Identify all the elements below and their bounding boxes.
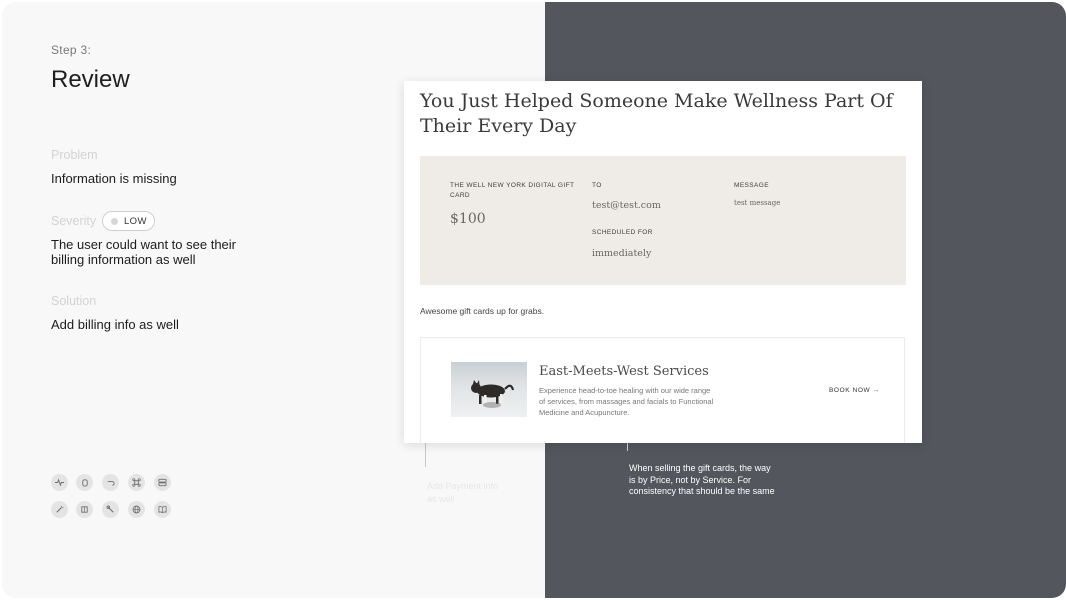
book-now-link[interactable]: BOOK NOW → <box>829 387 880 394</box>
gift-card-amount: $100 <box>450 211 486 227</box>
undo-icon[interactable] <box>102 474 119 491</box>
mockup-card: You Just Helped Someone Make Wellness Pa… <box>404 81 922 443</box>
severity-text-2: billing information as well <box>51 252 196 267</box>
tool-icon[interactable] <box>102 501 119 518</box>
problem-text: Information is missing <box>51 171 177 186</box>
solution-label: Solution <box>51 294 97 308</box>
problem-label: Problem <box>51 148 98 162</box>
gift-message-value: test message <box>734 199 781 207</box>
activity-icon[interactable] <box>51 474 68 491</box>
severity-dot <box>111 217 118 225</box>
awesome-text: Awesome gift cards up for grabs. <box>420 306 545 316</box>
gift-scheduled-label: SCHEDULED FOR <box>592 229 653 236</box>
service-image <box>451 362 527 417</box>
gift-message-label: MESSAGE <box>734 182 769 189</box>
gift-to-label: TO <box>592 182 602 189</box>
wand-icon[interactable] <box>51 501 68 518</box>
gift-to-value: test@test.com <box>592 200 661 211</box>
frame: Step 3: Review Problem Information is mi… <box>2 2 1066 598</box>
gift-card-label: THE WELL NEW YORK DIGITAL GIFT CARD <box>450 182 575 199</box>
book-open-icon[interactable] <box>76 501 93 518</box>
severity-label: Severity <box>51 214 97 228</box>
book-icon[interactable] <box>154 501 171 518</box>
annotation-faint-note: Add Payment info as well <box>427 481 499 504</box>
service-title: East-Meets-West Services <box>539 364 709 379</box>
service-card[interactable]: East-Meets-West Services Experience head… <box>420 337 905 443</box>
page-title: Review <box>51 66 130 93</box>
annotation-note: When selling the gift cards, the way is … <box>629 463 775 496</box>
gift-card-summary: THE WELL NEW YORK DIGITAL GIFT CARD $100… <box>420 156 906 285</box>
severity-text-1: The user could want to see their <box>51 237 236 252</box>
solution-text: Add billing info as well <box>51 317 179 332</box>
server-icon[interactable] <box>154 474 171 491</box>
command-icon[interactable] <box>128 474 145 491</box>
step-label: Step 3: <box>51 43 92 57</box>
hand-icon[interactable] <box>76 474 93 491</box>
severity-badge: LOW <box>102 211 155 231</box>
globe-icon[interactable] <box>128 501 145 518</box>
gift-scheduled-value: immediately <box>592 248 652 259</box>
mockup-headline: You Just Helped Someone Make Wellness Pa… <box>420 90 893 137</box>
service-description: Experience head-to-toe healing with our … <box>539 386 714 417</box>
severity-badge-label: LOW <box>124 215 147 227</box>
